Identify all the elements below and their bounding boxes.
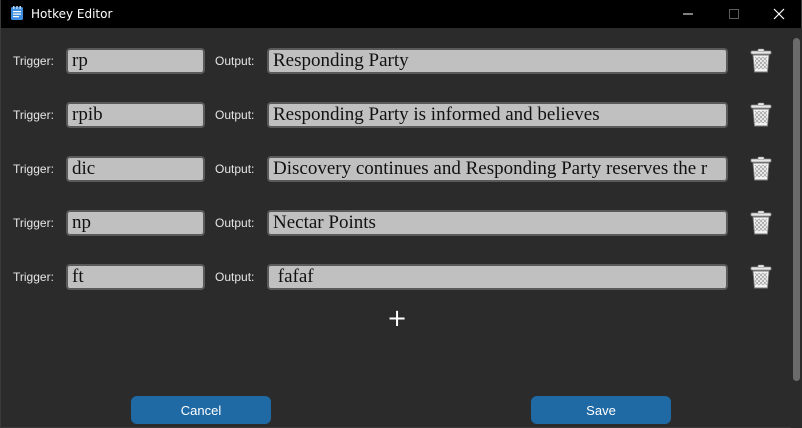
hotkey-row: Trigger: dic Output: Discovery continues… — [1, 154, 791, 184]
minimize-icon — [683, 13, 693, 15]
vertical-scrollbar[interactable] — [791, 28, 802, 428]
hotkey-row: Trigger: rp Output: Responding Party — [1, 46, 791, 76]
maximize-button[interactable] — [711, 0, 757, 28]
trigger-input[interactable]: rp — [66, 48, 205, 74]
title-bar: Hotkey Editor — [1, 0, 801, 28]
trash-can-icon[interactable] — [749, 264, 773, 290]
output-label: Output: — [215, 216, 255, 230]
output-input[interactable]: fafaf — [267, 264, 728, 290]
hotkey-row: Trigger: rpib Output: Responding Party i… — [1, 100, 791, 130]
output-label: Output: — [215, 54, 255, 68]
output-input[interactable]: Responding Party — [267, 48, 728, 74]
output-label: Output: — [215, 108, 255, 122]
trigger-label: Trigger: — [13, 54, 54, 68]
hotkey-row: Trigger: ft Output: fafaf — [1, 262, 791, 292]
trash-can-icon[interactable] — [749, 210, 773, 236]
plus-icon: + — [386, 304, 408, 332]
trigger-input[interactable]: np — [66, 210, 205, 236]
trigger-label: Trigger: — [13, 108, 54, 122]
hotkey-row: Trigger: np Output: Nectar Points — [1, 208, 791, 238]
add-hotkey-button[interactable]: + — [385, 306, 409, 330]
trash-can-icon[interactable] — [749, 48, 773, 74]
output-label: Output: — [215, 162, 255, 176]
close-icon — [773, 8, 785, 20]
hotkey-editor-window: Hotkey Editor Trigger: rp Output: Respon… — [0, 0, 802, 428]
trigger-label: Trigger: — [13, 216, 54, 230]
minimize-button[interactable] — [665, 0, 711, 28]
notepad-icon — [11, 6, 23, 20]
output-input[interactable]: Discovery continues and Responding Party… — [267, 156, 728, 182]
close-button[interactable] — [756, 0, 802, 28]
output-label: Output: — [215, 270, 255, 284]
trigger-input[interactable]: rpib — [66, 102, 205, 128]
trash-can-icon[interactable] — [749, 102, 773, 128]
scrollbar-thumb[interactable] — [793, 38, 800, 381]
trigger-input[interactable]: dic — [66, 156, 205, 182]
trigger-label: Trigger: — [13, 162, 54, 176]
hotkey-list: Trigger: rp Output: Responding Party Tri… — [1, 28, 791, 428]
trash-can-icon[interactable] — [749, 156, 773, 182]
cancel-button[interactable]: Cancel — [131, 396, 271, 424]
save-button[interactable]: Save — [531, 396, 671, 424]
trigger-label: Trigger: — [13, 270, 54, 284]
window-title: Hotkey Editor — [31, 7, 113, 21]
output-input[interactable]: Nectar Points — [267, 210, 728, 236]
output-input[interactable]: Responding Party is informed and believe… — [267, 102, 728, 128]
trigger-input[interactable]: ft — [66, 264, 205, 290]
maximize-icon — [729, 9, 739, 19]
